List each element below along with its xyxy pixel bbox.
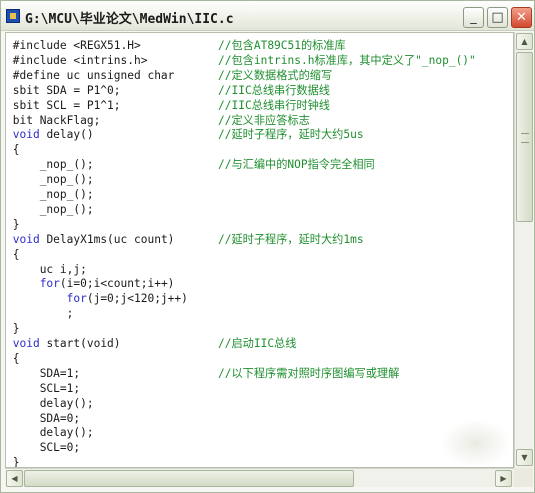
minimize-button[interactable]: _ — [463, 7, 484, 28]
code-line[interactable]: delay(); — [6, 396, 513, 411]
code-comment: //IIC总线串行时钟线 — [218, 98, 330, 112]
code-line[interactable]: uc i,j; — [6, 262, 513, 277]
code-line[interactable]: sbit SCL = P1^1; //IIC总线串行时钟线 — [6, 98, 513, 113]
code-text: { — [12, 351, 20, 365]
horizontal-scroll-thumb[interactable] — [24, 470, 354, 487]
code-text: SDA=0; — [12, 411, 81, 425]
scroll-right-icon[interactable]: ▶ — [495, 470, 512, 487]
scroll-up-icon[interactable]: ▲ — [516, 33, 533, 50]
code-text: } — [12, 322, 20, 336]
code-line[interactable]: void DelayX1ms(uc count) //延时子程序，延时大约1ms — [6, 232, 513, 247]
scroll-left-icon[interactable]: ◀ — [6, 470, 23, 487]
code-text: _nop_(); — [12, 158, 94, 172]
code-line[interactable]: SCL=1; — [6, 381, 513, 396]
code-text: delay(); — [12, 396, 94, 410]
code-keyword: for — [12, 277, 60, 291]
code-text: } — [12, 456, 20, 468]
code-text: #include <intrins.h> — [12, 53, 148, 67]
code-keyword: void — [12, 232, 40, 246]
code-comment: //包含AT89C51的标准库 — [218, 39, 346, 52]
code-text: sbit SCL = P1^1; — [12, 98, 121, 112]
code-line[interactable]: #include <REGX51.H> //包含AT89C51的标准库 — [6, 38, 513, 53]
code-text: _nop_(); — [12, 188, 94, 201]
code-text: delay() — [39, 128, 94, 142]
code-text: SCL=1; — [12, 381, 81, 395]
code-text: } — [12, 217, 20, 231]
code-line[interactable]: for(j=0;j<120;j++) — [6, 291, 513, 306]
code-line[interactable]: sbit SDA = P1^0; //IIC总线串行数据线 — [6, 83, 513, 98]
code-line[interactable]: void delay() //延时子程序，延时大约5us — [6, 127, 513, 142]
code-comment: //与汇编中的NOP指令完全相同 — [218, 158, 375, 172]
code-text: SCL=0; — [12, 441, 81, 455]
code-line[interactable]: _nop_(); — [6, 172, 513, 187]
code-text: start(void) — [39, 337, 121, 350]
code-text: uc i,j; — [12, 262, 87, 276]
code-line[interactable]: _nop_(); — [6, 187, 513, 202]
vertical-scroll-thumb[interactable] — [516, 52, 533, 222]
window-title: G:\MCU\毕业论文\MedWin\IIC.c — [25, 12, 234, 27]
code-comment: //定义数据格式的缩写 — [218, 68, 333, 82]
code-line[interactable]: } — [6, 321, 513, 336]
code-comment: //IIC总线串行数据线 — [218, 83, 330, 97]
code-line[interactable]: _nop_(); //与汇编中的NOP指令完全相同 — [6, 157, 513, 172]
watermark — [441, 419, 511, 467]
code-keyword: void — [12, 128, 40, 142]
code-line[interactable]: bit NackFlag; //定义非应答标志 — [6, 113, 513, 128]
maximize-button[interactable]: □ — [487, 7, 508, 28]
code-line[interactable]: delay(); — [6, 425, 513, 440]
code-text: _nop_(); — [12, 173, 94, 187]
code-line[interactable]: } — [6, 217, 513, 232]
code-comment: //延时子程序，延时大约1ms — [218, 232, 364, 246]
code-text: #include <REGX51.H> — [12, 39, 141, 52]
code-line[interactable]: SDA=0; — [6, 411, 513, 426]
code-text: delay(); — [12, 426, 94, 440]
code-text: sbit SDA = P1^0; — [12, 83, 121, 97]
editor-window: G:\MCU\毕业论文\MedWin\IIC.c _ □ ✕ #include … — [0, 0, 535, 493]
title-bar[interactable]: G:\MCU\毕业论文\MedWin\IIC.c _ □ ✕ — [1, 1, 534, 31]
code-line[interactable]: SDA=1; //以下程序需对照时序图编写或理解 — [6, 366, 513, 381]
size-grip[interactable] — [514, 468, 533, 487]
code-line[interactable]: _nop_(); — [6, 202, 513, 217]
code-text: { — [12, 247, 20, 261]
code-comment: //以下程序需对照时序图编写或理解 — [218, 366, 400, 380]
code-line[interactable]: #define uc unsigned char //定义数据格式的缩写 — [6, 68, 513, 83]
code-comment: //延时子程序，延时大约5us — [218, 128, 364, 142]
code-line[interactable]: { — [6, 142, 513, 157]
app-icon — [6, 9, 20, 23]
code-line[interactable]: #include <intrins.h> //包含intrins.h标准库，其中定… — [6, 53, 513, 68]
code-text: (i=0;i<count;i++) — [59, 277, 175, 291]
code-text: SDA=1; — [12, 366, 81, 380]
scroll-down-icon[interactable]: ▼ — [516, 449, 533, 466]
code-line[interactable]: SCL=0; — [6, 440, 513, 455]
code-text: { — [12, 143, 20, 157]
code-line[interactable]: } — [6, 455, 513, 468]
code-comment: //定义非应答标志 — [218, 113, 310, 127]
code-text: bit NackFlag; — [12, 113, 101, 127]
code-text: _nop_(); — [12, 202, 94, 216]
code-line[interactable]: void start(void) //启动IIC总线 — [6, 336, 513, 351]
code-keyword: for — [12, 292, 87, 306]
code-comment: //包含intrins.h标准库，其中定义了"_nop_()" — [218, 53, 476, 67]
code-comment: //启动IIC总线 — [218, 337, 297, 350]
code-text: #define uc unsigned char — [12, 68, 175, 82]
code-keyword: void — [12, 337, 40, 350]
close-button[interactable]: ✕ — [511, 7, 532, 28]
code-line[interactable]: { — [6, 351, 513, 366]
horizontal-scrollbar[interactable]: ◀ ▶ — [5, 468, 514, 487]
code-text: DelayX1ms(uc count) — [39, 232, 175, 246]
code-text: ; — [12, 307, 74, 321]
code-text: (j=0;j<120;j++) — [86, 292, 188, 306]
code-line[interactable]: ; — [6, 306, 513, 321]
code-line[interactable]: for(i=0;i<count;i++) — [6, 276, 513, 291]
code-editor[interactable]: #include <REGX51.H> //包含AT89C51的标准库 #incl… — [5, 32, 514, 468]
vertical-scrollbar[interactable]: ▲ ▼ — [514, 32, 533, 468]
code-line[interactable]: { — [6, 247, 513, 262]
